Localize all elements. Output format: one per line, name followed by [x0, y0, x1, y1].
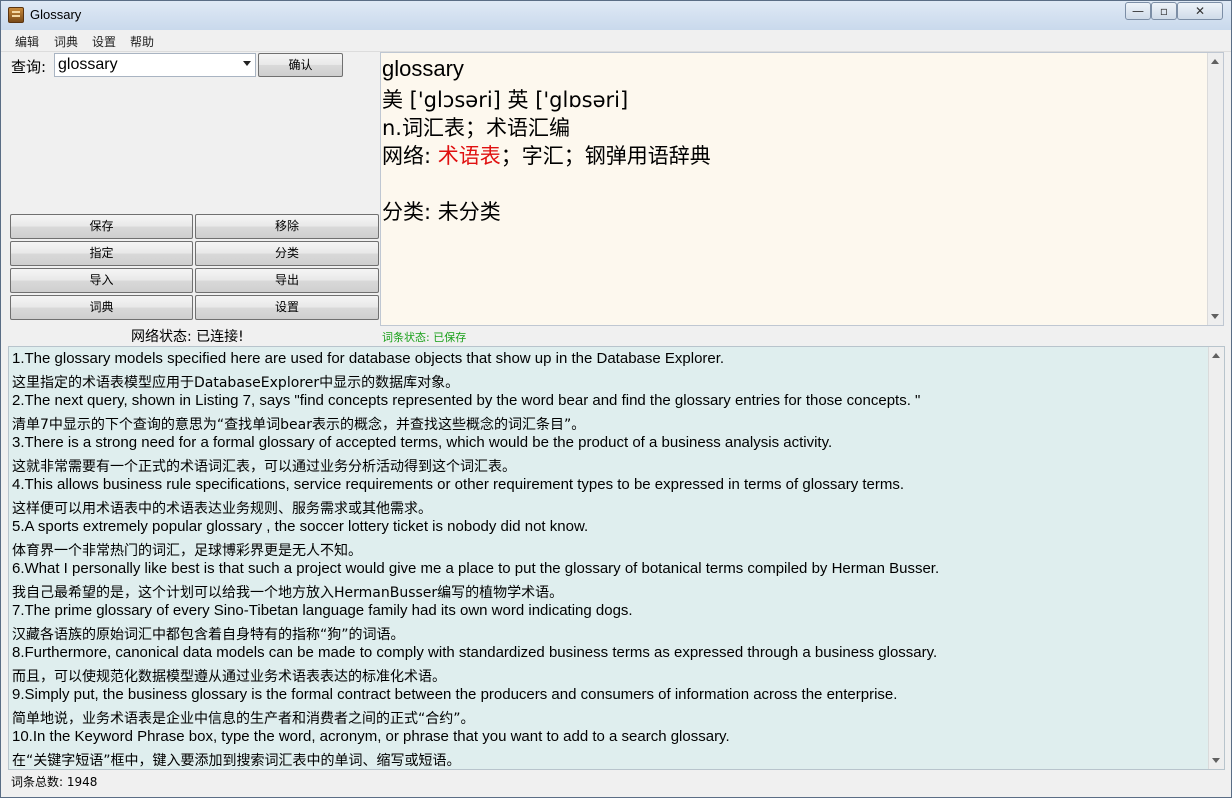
- web-highlight: 术语表: [437, 144, 501, 168]
- search-combobox[interactable]: glossary: [54, 53, 256, 77]
- entry-count: 词条总数: 1948: [11, 775, 98, 789]
- menu-bar: 编辑 词典 设置 帮助: [1, 31, 1231, 52]
- chevron-down-icon[interactable]: [243, 61, 251, 66]
- assign-button[interactable]: 指定: [10, 241, 193, 266]
- category: 分类: 未分类: [382, 200, 501, 224]
- phonetic: 美 ['glɔsəri] 英 ['glɒsəri]: [382, 88, 629, 112]
- confirm-button[interactable]: 确认: [258, 53, 343, 77]
- example-en: 10.In the Keyword Phrase box, type the w…: [12, 728, 730, 745]
- scroll-up-icon[interactable]: [1212, 353, 1220, 358]
- example-en: 9.Simply put, the business glossary is t…: [12, 686, 898, 703]
- export-button[interactable]: 导出: [195, 268, 379, 293]
- scroll-down-icon[interactable]: [1211, 314, 1219, 319]
- menu-dictionary[interactable]: 词典: [54, 33, 78, 50]
- headword: glossary: [382, 56, 464, 81]
- example-cn: 我自己最希望的是，这个计划可以给我一个地方放入HermanBusser编写的植物…: [12, 585, 564, 601]
- app-window: Glossary — ▫ ✕ 编辑 词典 设置 帮助 查询: glossary …: [0, 0, 1232, 798]
- example-cn: 而且，可以使规范化数据模型遵从通过业务术语表表达的标准化术语。: [12, 669, 446, 685]
- search-label: 查询:: [11, 58, 47, 76]
- scroll-up-icon[interactable]: [1211, 59, 1219, 64]
- example-cn: 简单地说，业务术语表是企业中信息的生产者和消费者之间的正式“合约”。: [12, 711, 475, 727]
- example-cn: 体育界一个非常热门的词汇，足球博彩界更是无人不知。: [12, 543, 362, 559]
- example-en: 3.There is a strong need for a formal gl…: [12, 434, 833, 451]
- menu-settings[interactable]: 设置: [92, 33, 116, 50]
- web-meaning: 网络: 术语表；字汇；钢弹用语辞典: [382, 140, 711, 170]
- example-cn: 这样便可以用术语表中的术语表达业务规则、服务需求或其他需求。: [12, 501, 432, 517]
- example-en: 8.Furthermore, canonical data models can…: [12, 644, 938, 661]
- definition-scrollbar[interactable]: [1207, 53, 1223, 325]
- example-cn: 在“关键字短语”框中，键入要添加到搜索词汇表中的单词、缩写或短语。: [12, 753, 461, 769]
- import-button[interactable]: 导入: [10, 268, 193, 293]
- window-title: Glossary: [30, 7, 82, 22]
- web-rest: ；字汇；钢弹用语辞典: [500, 144, 711, 168]
- example-en: 6.What I personally like best is that su…: [12, 560, 940, 577]
- example-en: 2.The next query, shown in Listing 7, sa…: [12, 392, 921, 409]
- example-cn: 这就非常需要有一个正式的术语词汇表，可以通过业务分析活动得到这个词汇表。: [12, 459, 516, 475]
- example-en: 4.This allows business rule specificatio…: [12, 476, 905, 493]
- search-input[interactable]: glossary: [58, 56, 118, 74]
- web-label: 网络:: [382, 144, 438, 168]
- examples-panel[interactable]: 1.The glossary models specified here are…: [8, 346, 1225, 770]
- remove-button[interactable]: 移除: [195, 214, 379, 239]
- classify-button[interactable]: 分类: [195, 241, 379, 266]
- example-cn: 这里指定的术语表模型应用于DatabaseExplorer中显示的数据库对象。: [12, 375, 460, 391]
- example-cn: 清单7中显示的下个查询的意思为“查找单词bear表示的概念，并查找这些概念的词汇…: [12, 417, 586, 433]
- example-en: 1.The glossary models specified here are…: [12, 350, 725, 367]
- maximize-button[interactable]: ▫: [1151, 2, 1177, 20]
- network-status: 网络状态: 已连接!: [131, 329, 244, 345]
- app-book-icon: [8, 7, 24, 23]
- entry-status: 词条状态: 已保存: [382, 331, 467, 344]
- status-bar: 词条总数: 1948: [1, 771, 1231, 797]
- definition-panel[interactable]: glossary 美 ['glɔsəri] 英 ['glɒsəri] n.词汇表…: [380, 52, 1224, 326]
- settings-button[interactable]: 设置: [195, 295, 379, 320]
- example-cn: 汉藏各语族的原始词汇中都包含着自身特有的指称“狗”的词语。: [12, 627, 405, 643]
- example-en: 7.The prime glossary of every Sino-Tibet…: [12, 602, 633, 619]
- examples-scrollbar[interactable]: [1208, 347, 1224, 769]
- minimize-button[interactable]: —: [1125, 2, 1151, 20]
- title-bar[interactable]: Glossary — ▫ ✕: [1, 1, 1231, 30]
- save-button[interactable]: 保存: [10, 214, 193, 239]
- dictionary-button[interactable]: 词典: [10, 295, 193, 320]
- menu-edit[interactable]: 编辑: [15, 33, 39, 50]
- meaning: n.词汇表；术语汇编: [382, 116, 570, 140]
- menu-help[interactable]: 帮助: [130, 33, 154, 50]
- close-button[interactable]: ✕: [1177, 2, 1223, 20]
- example-en: 5.A sports extremely popular glossary , …: [12, 518, 589, 535]
- scroll-down-icon[interactable]: [1212, 758, 1220, 763]
